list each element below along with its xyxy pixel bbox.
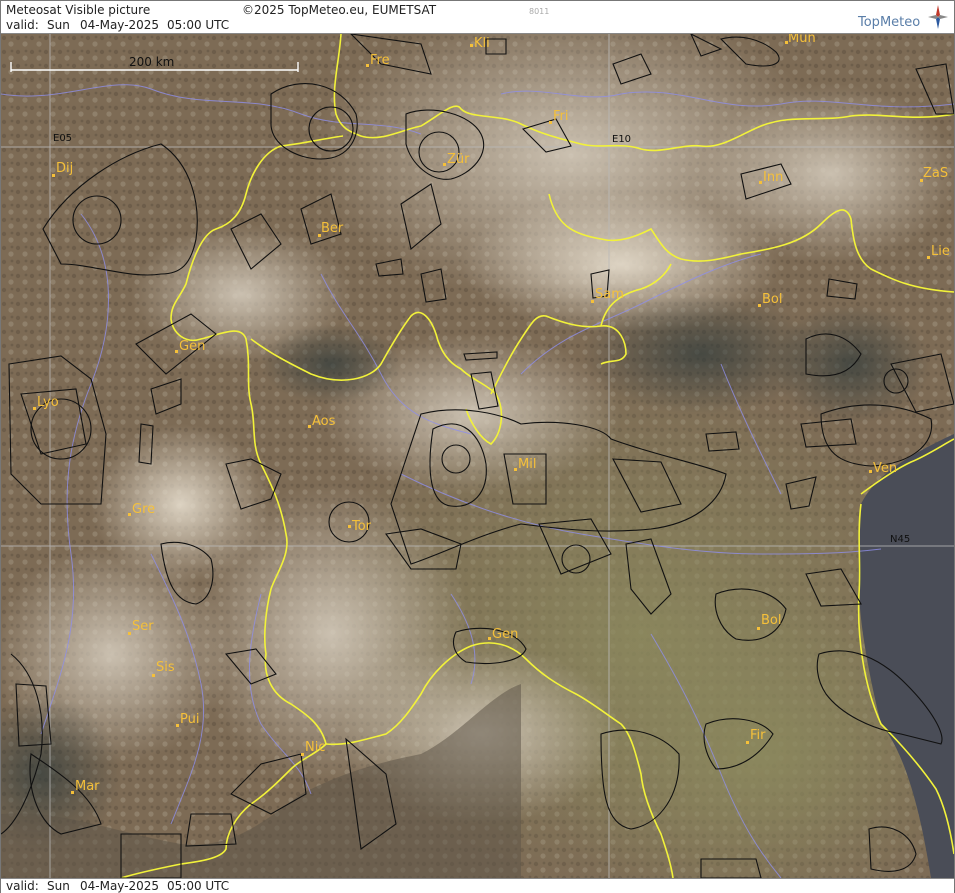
grid-label-e10: E10 [612, 134, 631, 145]
city-sam[interactable]: Sam [591, 287, 624, 303]
valid-day: Sun [47, 18, 70, 32]
city-ber[interactable]: Ber [318, 221, 344, 237]
logo-text: TopMeteo [858, 15, 921, 30]
svg-text:Tor: Tor [351, 519, 372, 534]
svg-text:Pui: Pui [180, 712, 199, 727]
footer-valid-label: valid: [6, 879, 39, 893]
image-code: 8011 [529, 7, 550, 16]
svg-text:ZaS: ZaS [923, 166, 948, 181]
city-mun[interactable]: Mun [785, 34, 816, 46]
satellite-map[interactable]: E05 E10 N45 200 km Kli Mun Fre Fri Dij Z… [1, 34, 954, 878]
svg-text:Inn: Inn [763, 170, 783, 185]
city-lyo[interactable]: Lyo [33, 395, 59, 410]
svg-text:Fri: Fri [553, 109, 569, 124]
product-title: Meteosat Visible picture [6, 3, 151, 17]
svg-text:Mun: Mun [788, 34, 816, 46]
city-mar[interactable]: Mar [71, 779, 100, 794]
valid-label: valid: [6, 18, 39, 32]
copyright-text: ©2025 TopMeteo.eu, EUMETSAT [242, 3, 437, 17]
grid-label-n45: N45 [890, 534, 910, 545]
valid-date: 04-May-2025 [80, 18, 160, 32]
city-aos[interactable]: Aos [308, 414, 336, 429]
map-canvas: E05 E10 N45 200 km Kli Mun Fre Fri Dij Z… [1, 34, 954, 878]
city-bol-north[interactable]: Bol [758, 292, 782, 307]
city-fre[interactable]: Fre [366, 53, 390, 68]
city-gen-south[interactable]: Gen [488, 627, 518, 642]
svg-text:Fir: Fir [750, 728, 766, 743]
city-mil[interactable]: Mil [514, 457, 536, 472]
city-fir[interactable]: Fir [746, 728, 766, 744]
svg-text:Ven: Ven [873, 461, 897, 476]
city-nic[interactable]: Nic [301, 740, 325, 756]
svg-text:Sam: Sam [595, 287, 624, 302]
svg-text:Kli: Kli [474, 36, 490, 51]
map-window: Meteosat Visible picture ©2025 TopMeteo.… [0, 0, 955, 893]
svg-text:Gen: Gen [492, 627, 518, 642]
city-bol-south[interactable]: Bol [757, 613, 781, 630]
city-ven[interactable]: Ven [869, 461, 897, 476]
footer-valid-time: 05:00 UTC [167, 879, 230, 893]
city-pui[interactable]: Pui [176, 712, 199, 727]
svg-text:Fre: Fre [370, 53, 390, 68]
svg-text:Zür: Zür [447, 152, 470, 167]
grid-label-e05: E05 [53, 133, 72, 144]
svg-text:Gre: Gre [132, 502, 155, 517]
city-zas[interactable]: ZaS [920, 166, 948, 182]
svg-text:Gen: Gen [179, 339, 205, 354]
compass-icon [928, 5, 948, 29]
svg-text:Lyo: Lyo [37, 395, 59, 410]
footer-valid-day: Sun [47, 879, 70, 893]
header-bar: Meteosat Visible picture ©2025 TopMeteo.… [1, 1, 954, 34]
valid-time: 05:00 UTC [167, 18, 230, 32]
svg-text:Dij: Dij [56, 161, 73, 176]
city-lie[interactable]: Lie [927, 244, 950, 259]
svg-text:Ser: Ser [132, 619, 154, 634]
svg-text:Mar: Mar [75, 779, 100, 794]
svg-text:Nic: Nic [305, 740, 325, 755]
scale-label: 200 km [129, 55, 174, 69]
footer-bar: valid: Sun 04-May-2025 05:00 UTC [1, 878, 954, 893]
svg-text:Bol: Bol [761, 613, 781, 628]
footer-valid-date: 04-May-2025 [80, 879, 160, 893]
svg-text:Bol: Bol [762, 292, 782, 307]
city-inn[interactable]: Inn [759, 170, 783, 185]
svg-text:Lie: Lie [931, 244, 950, 259]
city-gen-north[interactable]: Gen [175, 339, 205, 354]
city-tor[interactable]: Tor [348, 519, 372, 534]
city-zur[interactable]: Zür [443, 152, 470, 167]
city-gre[interactable]: Gre [128, 502, 155, 517]
topmeteo-logo[interactable]: TopMeteo [858, 5, 948, 31]
city-sis[interactable]: Sis [152, 660, 175, 677]
city-ser[interactable]: Ser [128, 619, 154, 635]
city-dij[interactable]: Dij [52, 161, 73, 177]
svg-text:Ber: Ber [321, 221, 344, 236]
svg-text:Aos: Aos [312, 414, 336, 429]
svg-text:Sis: Sis [156, 660, 175, 675]
svg-text:Mil: Mil [518, 457, 536, 472]
